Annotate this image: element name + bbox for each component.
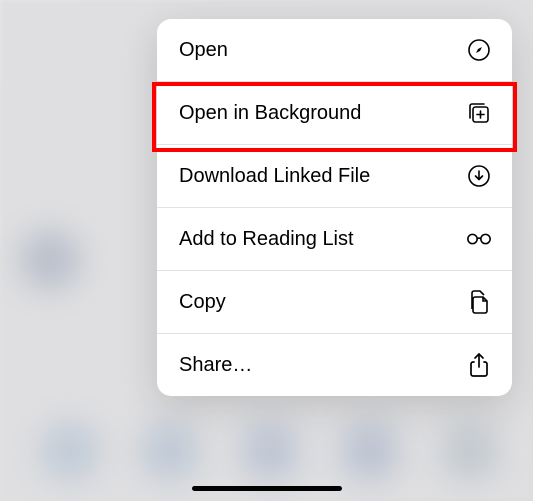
- menu-item-label: Open: [179, 39, 228, 62]
- menu-item-label: Share…: [179, 354, 252, 377]
- menu-item-add-to-reading-list[interactable]: Add to Reading List: [157, 208, 512, 271]
- blur-spot: [140, 421, 200, 481]
- context-menu: Open Open in Background Download Linked …: [157, 19, 512, 396]
- compass-icon: [466, 37, 492, 63]
- blur-spot: [20, 230, 80, 290]
- stack-plus-icon: [466, 100, 492, 126]
- menu-item-copy[interactable]: Copy: [157, 271, 512, 334]
- menu-item-download-linked-file[interactable]: Download Linked File: [157, 145, 512, 208]
- share-icon: [466, 352, 492, 378]
- menu-item-label: Open in Background: [179, 102, 361, 125]
- menu-item-label: Download Linked File: [179, 165, 370, 188]
- blur-spot: [40, 421, 100, 481]
- download-circle-icon: [466, 163, 492, 189]
- menu-item-share[interactable]: Share…: [157, 334, 512, 396]
- blur-spot: [340, 421, 400, 481]
- home-indicator[interactable]: [192, 486, 342, 491]
- glasses-icon: [466, 226, 492, 252]
- blur-spot: [240, 421, 300, 481]
- menu-item-label: Copy: [179, 291, 226, 314]
- menu-item-open[interactable]: Open: [157, 19, 512, 82]
- menu-item-open-in-background[interactable]: Open in Background: [157, 82, 512, 145]
- menu-item-label: Add to Reading List: [179, 228, 354, 251]
- blur-spot: [440, 421, 500, 481]
- documents-icon: [466, 289, 492, 315]
